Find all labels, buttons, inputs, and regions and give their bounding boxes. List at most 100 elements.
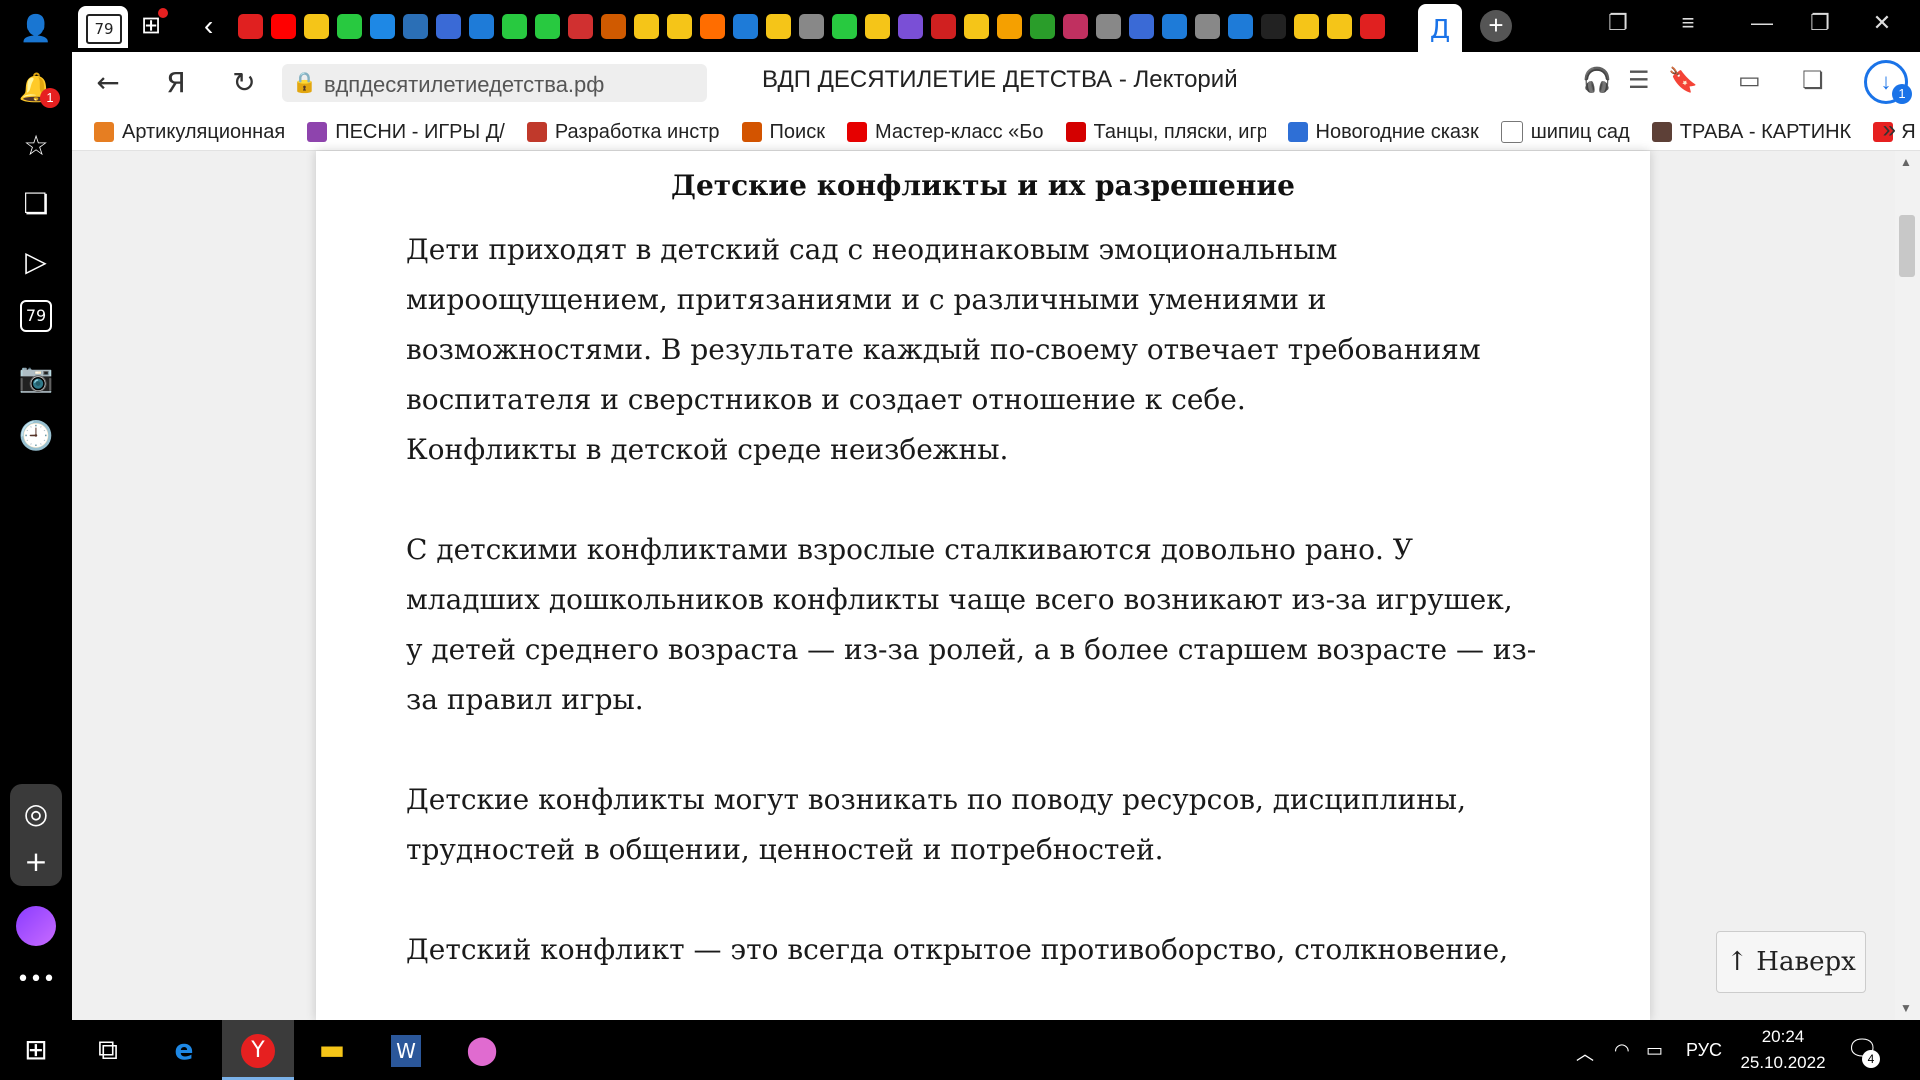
pinned-tab-favicon-icon[interactable] [1096, 14, 1121, 39]
pinned-tab-favicon-icon[interactable] [1327, 14, 1352, 39]
collections-icon[interactable]: ❏ [1802, 66, 1824, 94]
tray-chevron-icon[interactable]: ︿ [1576, 1040, 1594, 1066]
clock[interactable]: 20:24 25.10.2022 [1738, 1024, 1828, 1076]
add-panel-icon[interactable]: + [16, 842, 56, 882]
wifi-icon[interactable]: ◠ [1614, 1040, 1630, 1061]
pinned-tab-favicon-icon[interactable] [535, 14, 560, 39]
pinned-tab-favicon-icon[interactable] [337, 14, 362, 39]
reload-button[interactable]: ↻ [224, 64, 264, 102]
pinned-tab-favicon-icon[interactable] [1063, 14, 1088, 39]
article-card: Детские конфликты и их разрешение Дети п… [316, 151, 1650, 1020]
tab-home[interactable]: 79 [78, 6, 128, 48]
bookmark-item[interactable]: Разработка инстр [526, 121, 720, 144]
url-field[interactable]: 🔒 вдпдесятилетиедетства.рф [282, 64, 707, 102]
bookmark-item[interactable]: Танцы, пляски, игр [1065, 121, 1266, 144]
favorites-icon[interactable]: ☆ [16, 126, 56, 166]
paragraph-2: С детскими конфликтами взрослые сталкива… [406, 525, 1576, 725]
pinned-tab-favicon-icon[interactable] [238, 14, 263, 39]
tab-active[interactable]: Д [1418, 4, 1462, 52]
pinned-tab-favicon-icon[interactable] [1294, 14, 1319, 39]
file-explorer-icon[interactable]: ▬ [296, 1020, 368, 1080]
pinned-tab-favicon-icon[interactable] [931, 14, 956, 39]
pinned-tab-favicon-icon[interactable] [766, 14, 791, 39]
alice-assistant-icon[interactable] [16, 906, 56, 946]
profile-icon[interactable]: 👤 [14, 10, 58, 46]
pinned-tab-favicon-icon[interactable] [634, 14, 659, 39]
pinned-tab-favicon-icon[interactable] [502, 14, 527, 39]
page-title: ВДП ДЕСЯТИЛЕТИЕ ДЕТСТВА - Лекторий [762, 66, 1238, 93]
counter-label: 79 [25, 306, 47, 325]
screenshot-icon[interactable]: 📷 [16, 358, 56, 398]
pinned-tab-favicon-icon[interactable] [964, 14, 989, 39]
scroll-up-icon[interactable]: ▲ [1900, 155, 1912, 169]
pinned-tab-favicon-icon[interactable] [1030, 14, 1055, 39]
word-icon[interactable]: W [370, 1020, 442, 1080]
bookmark-item[interactable]: Новогодние сказк [1287, 121, 1479, 144]
pinned-tab-favicon-icon[interactable] [370, 14, 395, 39]
counter-icon[interactable]: 79 [20, 300, 52, 332]
paragraph-line: Детские конфликты могут возникать по пов… [406, 783, 1466, 816]
pinned-tab-favicon-icon[interactable] [700, 14, 725, 39]
sidebar: 🔔 1 ☆ ❏ ▷ 79 📷 🕘 ◎ + ••• [0, 52, 72, 1020]
pinned-tab-favicon-icon[interactable] [1195, 14, 1220, 39]
bookmark-item[interactable]: Мастер-класс «Бо [846, 121, 1044, 144]
pinned-tab-favicon-icon[interactable] [601, 14, 626, 39]
language-indicator[interactable]: РУС [1686, 1040, 1722, 1061]
pinned-tab-favicon-icon[interactable] [733, 14, 758, 39]
yandex-icon[interactable]: Я [156, 64, 196, 102]
tab-list-icon[interactable]: ❐ [1598, 10, 1638, 36]
pinned-tab-favicon-icon[interactable] [1162, 14, 1187, 39]
scrollbar[interactable]: ▲ ▼ [1895, 151, 1920, 1020]
maps-pin-icon[interactable]: ⬤ [446, 1020, 518, 1080]
lock-icon[interactable]: 🔒 [292, 70, 317, 95]
pinned-tab-favicon-icon[interactable] [1228, 14, 1253, 39]
pinned-tab-favicon-icon[interactable] [799, 14, 824, 39]
new-tab-group-button[interactable]: ⊞ [134, 8, 168, 40]
pinned-tab-favicon-icon[interactable] [1129, 14, 1154, 39]
new-tab-button[interactable]: + [1480, 10, 1512, 42]
bookmark-item[interactable]: Артикуляционная [94, 121, 285, 144]
pinned-tab-favicon-icon[interactable] [865, 14, 890, 39]
yandex-browser-icon[interactable]: Y [222, 1020, 294, 1080]
tabs-scroll-left-icon[interactable]: ‹ [204, 10, 213, 42]
pinned-tab-favicon-icon[interactable] [667, 14, 692, 39]
scrollbar-thumb[interactable] [1899, 215, 1915, 277]
scroll-down-icon[interactable]: ▼ [1900, 1001, 1912, 1015]
bookmark-favicon-icon [846, 122, 867, 142]
history-icon[interactable]: 🕘 [16, 416, 56, 456]
pinned-tab-favicon-icon[interactable] [304, 14, 329, 39]
pinned-tab-favicon-icon[interactable] [1360, 14, 1385, 39]
pinned-tab-favicon-icon[interactable] [1261, 14, 1286, 39]
restore-icon[interactable]: ❐ [1800, 10, 1840, 36]
back-to-top-button[interactable]: ↑ Наверх [1716, 931, 1866, 993]
pinned-tab-favicon-icon[interactable] [436, 14, 461, 39]
minimize-icon[interactable]: — [1742, 10, 1782, 36]
bookmark-item[interactable]: шипиц сад [1500, 121, 1630, 144]
video-icon[interactable]: ▷ [16, 242, 56, 282]
pinned-tab-favicon-icon[interactable] [568, 14, 593, 39]
bookmarks-overflow-icon[interactable]: » [1883, 116, 1896, 144]
messenger-icon[interactable]: ◎ [16, 794, 56, 834]
bookmark-icon[interactable]: 🔖 [1668, 66, 1698, 94]
battery-saver-icon[interactable]: ▭ [1738, 66, 1761, 94]
pinned-tab-favicon-icon[interactable] [832, 14, 857, 39]
edge-icon[interactable]: e [148, 1020, 220, 1080]
pinned-tab-favicon-icon[interactable] [997, 14, 1022, 39]
reader-mode-icon[interactable]: ☰ [1628, 66, 1650, 94]
start-icon[interactable]: ⊞ [0, 1020, 72, 1080]
pinned-tab-favicon-icon[interactable] [898, 14, 923, 39]
battery-icon[interactable]: ▭ [1646, 1040, 1663, 1061]
pinned-tab-favicon-icon[interactable] [403, 14, 428, 39]
headphones-icon[interactable]: 🎧 [1582, 66, 1612, 94]
more-icon[interactable]: ••• [16, 960, 56, 1000]
pinned-tab-favicon-icon[interactable] [469, 14, 494, 39]
pinned-tab-favicon-icon[interactable] [271, 14, 296, 39]
collections-icon[interactable]: ❏ [16, 184, 56, 224]
bookmark-item[interactable]: ПЕСНИ - ИГРЫ Д/ [307, 121, 505, 144]
task-view-icon[interactable]: ⧉ [72, 1020, 144, 1080]
menu-icon[interactable]: ≡ [1668, 10, 1708, 36]
back-button[interactable]: ← [88, 64, 128, 102]
bookmark-item[interactable]: Поиск [741, 121, 825, 144]
close-icon[interactable]: ✕ [1862, 10, 1902, 36]
bookmark-item[interactable]: ТРАВА - КАРТИНК [1651, 121, 1851, 144]
